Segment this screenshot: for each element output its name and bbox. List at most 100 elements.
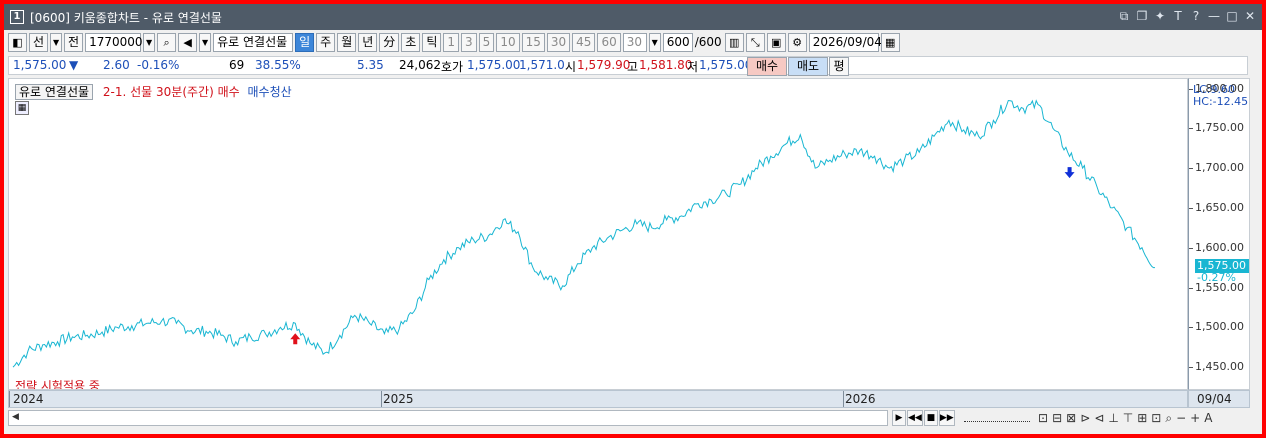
play-icon[interactable]: ▶ bbox=[892, 410, 906, 426]
restore-icon[interactable]: ⧉ bbox=[1118, 8, 1130, 24]
price-tick-label: 1,450.00 bbox=[1195, 360, 1244, 374]
interval-15[interactable]: 15 bbox=[521, 32, 545, 52]
quote-v2: 5.35 bbox=[357, 58, 384, 72]
current-pct-label: -0.27% bbox=[1197, 271, 1236, 284]
date-input[interactable]: 2026/09/04 bbox=[808, 32, 882, 52]
title-bar[interactable]: 1 [0600] 키움종합차트 - 유로 연결선물 ⧉ ❐ ✦ T ? — □ … bbox=[4, 4, 1262, 30]
legend-series[interactable]: 유로 연결선물 bbox=[15, 84, 94, 100]
product-name-field: 유로 연결선물 bbox=[213, 32, 294, 52]
save-icon[interactable]: ▣ bbox=[766, 32, 786, 52]
hc-label: HC:-12.45 bbox=[1193, 95, 1249, 108]
window-number: 1 bbox=[10, 10, 24, 24]
zoom-out-icon[interactable]: − bbox=[1176, 410, 1186, 426]
price-axis: LC:9.60 HC:-12.45 1,800.00 1,750.00 1,700.… bbox=[1188, 78, 1250, 390]
quote-open-label: 시 bbox=[565, 60, 577, 74]
quote-bid2: 1,571.0 bbox=[519, 58, 565, 72]
count-input[interactable]: 600 bbox=[662, 32, 693, 52]
tab-week[interactable]: 주 bbox=[316, 32, 336, 52]
quote-price: 1,575.00 bbox=[13, 58, 67, 72]
tab-day[interactable]: 일 bbox=[295, 32, 315, 52]
rewind-icon[interactable]: ◀◀ bbox=[907, 410, 923, 426]
horizontal-scrollbar[interactable]: ◀ bbox=[8, 410, 888, 426]
price-tick-mark bbox=[1189, 247, 1193, 249]
maximize-icon[interactable]: □ bbox=[1226, 8, 1238, 24]
gear-icon[interactable]: ⚙ bbox=[787, 32, 807, 52]
calendar-icon[interactable]: ▦ bbox=[880, 32, 900, 52]
speaker-icon[interactable]: ◀ bbox=[178, 32, 198, 52]
interval-1[interactable]: 1 bbox=[443, 32, 460, 52]
interval-30[interactable]: 30 bbox=[546, 32, 571, 52]
tool-5-icon[interactable]: ⊲ bbox=[1094, 410, 1104, 426]
tab-year[interactable]: 년 bbox=[358, 32, 378, 52]
close-icon[interactable]: ✕ bbox=[1244, 8, 1256, 24]
prev-button[interactable]: 전 bbox=[64, 32, 84, 52]
tab-second[interactable]: 초 bbox=[401, 32, 421, 52]
help-icon[interactable]: ? bbox=[1190, 8, 1202, 24]
tool-1-icon[interactable]: ⊡ bbox=[1038, 410, 1048, 426]
candle-settings-icon[interactable]: ▥ bbox=[724, 32, 744, 52]
interval-select[interactable]: 30 bbox=[622, 32, 647, 52]
interval-45[interactable]: 45 bbox=[572, 32, 596, 52]
price-line bbox=[12, 99, 1155, 368]
type-select[interactable]: 선 bbox=[29, 32, 49, 52]
type-dropdown-icon[interactable]: ▼ bbox=[50, 32, 63, 52]
text-icon[interactable]: T bbox=[1172, 8, 1184, 24]
zoom-in-icon[interactable]: + bbox=[1190, 410, 1200, 426]
tool-7-icon[interactable]: ⊤ bbox=[1123, 410, 1133, 426]
time-label-2026: 2026 bbox=[845, 392, 876, 406]
interval-5[interactable]: 5 bbox=[478, 32, 495, 52]
font-size-icon[interactable]: A bbox=[1204, 410, 1212, 426]
buy-button[interactable]: 매수 bbox=[747, 57, 787, 76]
code-input[interactable]: 17700000 bbox=[85, 32, 150, 52]
scroll-left-icon[interactable]: ◀ bbox=[12, 412, 19, 422]
tool-8-icon[interactable]: ⊞ bbox=[1137, 410, 1147, 426]
tab-minute[interactable]: 分 bbox=[379, 32, 400, 52]
interval-10[interactable]: 10 bbox=[496, 32, 520, 52]
tool-6-icon[interactable]: ⊥ bbox=[1108, 410, 1118, 426]
speed-slider[interactable] bbox=[964, 414, 1030, 422]
time-axis-divider bbox=[381, 391, 382, 407]
playback-controls: ▶ ◀◀ ■ ▶▶ bbox=[892, 410, 955, 426]
zoom-search-icon[interactable]: ⌕ bbox=[1165, 410, 1172, 426]
sell-button[interactable]: 매도 bbox=[788, 57, 828, 76]
tab-tick[interactable]: 틱 bbox=[422, 32, 442, 52]
tool-2-icon[interactable]: ⊟ bbox=[1052, 410, 1062, 426]
search-icon[interactable]: ⌕ bbox=[157, 32, 177, 52]
legend-strategy[interactable]: 2-1. 선물 30분(주간) 매수 bbox=[103, 85, 240, 99]
quote-open: 1,579.90 bbox=[577, 58, 631, 72]
grid-toggle-icon[interactable]: ▦ bbox=[15, 101, 29, 115]
minimize-icon[interactable]: — bbox=[1208, 8, 1220, 24]
fast-forward-icon[interactable]: ▶▶ bbox=[938, 410, 955, 426]
price-tick-mark bbox=[1189, 128, 1193, 130]
code-dropdown-icon[interactable]: ▼ bbox=[143, 32, 156, 52]
layout-icon[interactable]: ◧ bbox=[8, 32, 27, 52]
time-axis-right: 09/04 bbox=[1188, 390, 1250, 408]
indicator-icon[interactable]: ⤡ bbox=[745, 32, 765, 52]
bottom-bar: ◀ ▶ ◀◀ ■ ▶▶ ⊡ ⊟ ⊠ ⊳ ⊲ ⊥ ⊤ ⊞ ⊡ ⌕ − + A bbox=[8, 410, 1250, 427]
tool-4-icon[interactable]: ⊳ bbox=[1080, 410, 1090, 426]
buy-signal-arrow bbox=[290, 333, 301, 345]
tool-9-icon[interactable]: ⊡ bbox=[1151, 410, 1161, 426]
speaker-dropdown-icon[interactable]: ▼ bbox=[199, 32, 212, 52]
quote-volume: 24,062 bbox=[399, 58, 441, 72]
copy-icon[interactable]: ❐ bbox=[1136, 8, 1148, 24]
eval-button[interactable]: 평 bbox=[829, 57, 849, 76]
pin-icon[interactable]: ✦ bbox=[1154, 8, 1166, 24]
strategy-note: 전략 시험적용 중 bbox=[15, 379, 100, 390]
interval-3[interactable]: 3 bbox=[461, 32, 477, 52]
price-chart[interactable]: 유로 연결선물 2-1. 선물 30분(주간) 매수 매수청산 ▦ 전략 시험적… bbox=[8, 78, 1188, 390]
tool-3-icon[interactable]: ⊠ bbox=[1066, 410, 1076, 426]
time-axis: 2024 2025 2026 bbox=[8, 390, 1188, 408]
legend-signal[interactable]: 매수청산 bbox=[248, 85, 292, 99]
quote-high-label: 고 bbox=[627, 60, 639, 74]
price-tick-label: 1,800.00 bbox=[1195, 81, 1244, 95]
price-tick-label: 1,500.00 bbox=[1195, 320, 1244, 334]
interval-dropdown-icon[interactable]: ▼ bbox=[648, 32, 661, 52]
price-tick-mark bbox=[1189, 168, 1193, 170]
tab-month[interactable]: 월 bbox=[337, 32, 357, 52]
quote-low-label: 저 bbox=[687, 60, 699, 74]
interval-60[interactable]: 60 bbox=[597, 32, 621, 52]
price-tick-label: 1,750.00 bbox=[1195, 121, 1244, 135]
stop-icon[interactable]: ■ bbox=[923, 410, 938, 426]
chart-legend: 유로 연결선물 2-1. 선물 30분(주간) 매수 매수청산 bbox=[15, 83, 292, 100]
